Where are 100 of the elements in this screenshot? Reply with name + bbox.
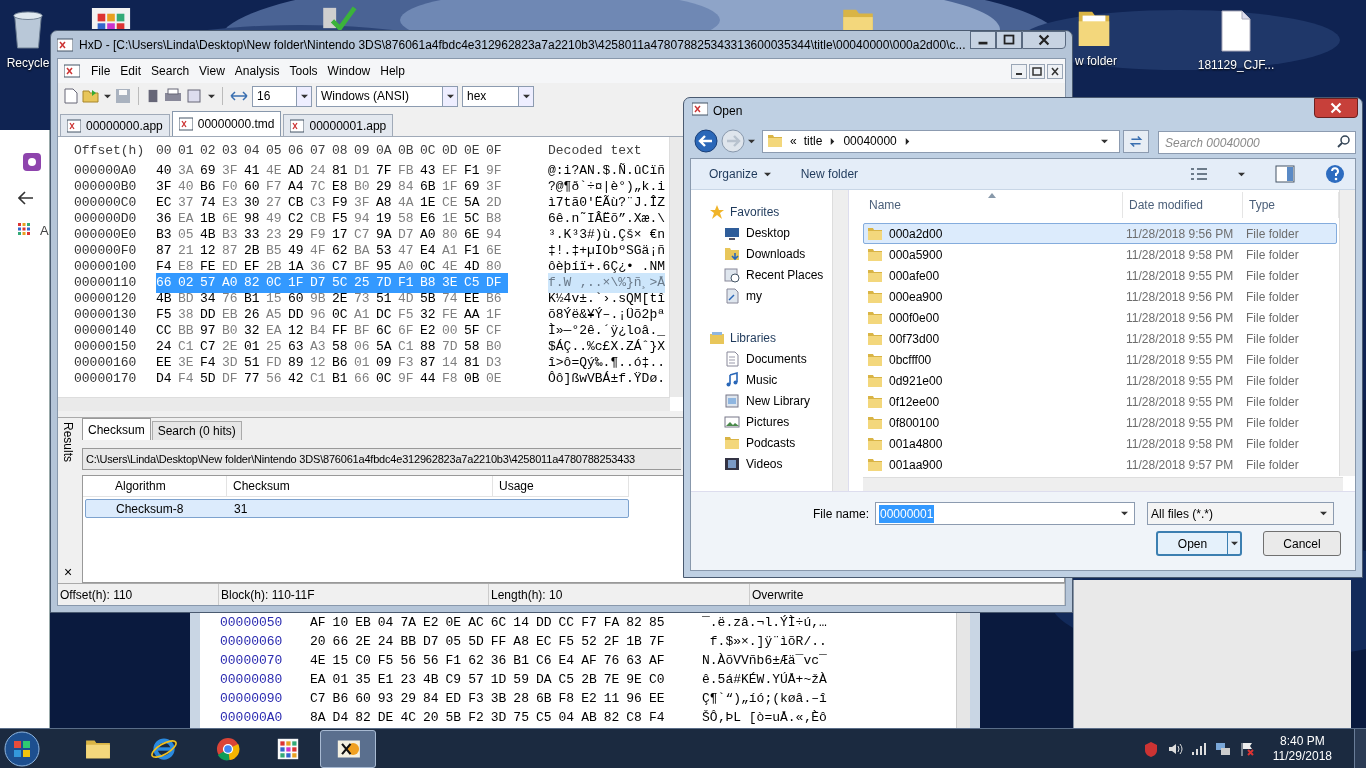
app-icon[interactable] [23, 153, 41, 171]
menu-item[interactable]: Tools [284, 62, 323, 80]
back-arrow-icon[interactable] [18, 191, 34, 205]
menu-item[interactable]: View [194, 62, 230, 80]
clock-time[interactable]: 8:40 PM [1280, 733, 1325, 749]
file-row[interactable]: 001a4800 11/28/2018 9:58 PM File folder [863, 433, 1337, 454]
view-icon[interactable] [1190, 167, 1208, 181]
bytes-per-row-dropdown[interactable]: 16 [252, 85, 312, 107]
column-header[interactable]: Checksum [227, 476, 493, 496]
close-icon[interactable] [1047, 63, 1063, 79]
show-desktop-button[interactable] [1354, 729, 1366, 768]
menu-item[interactable]: Help [375, 62, 410, 80]
chevron-icon[interactable] [903, 137, 911, 145]
new-folder-button[interactable]: New folder [800, 165, 859, 183]
close-button[interactable]: × [63, 565, 73, 579]
icon-label[interactable]: 181129_CJF... [1197, 56, 1275, 74]
menu-item[interactable]: Analysis [229, 62, 285, 80]
file-row[interactable]: 001aa900 11/28/2018 9:57 PM File folder [863, 454, 1337, 475]
caret-icon[interactable] [522, 92, 530, 100]
nav-group[interactable]: Libraries [691, 327, 833, 348]
search-icon[interactable] [1337, 133, 1351, 148]
nav-item[interactable]: Downloads [691, 243, 833, 264]
file-icon[interactable] [1220, 10, 1252, 52]
start-button[interactable] [2, 728, 42, 768]
menu-item[interactable]: Window [322, 62, 376, 80]
tab[interactable]: 00000001.app [283, 114, 394, 136]
column-header[interactable]: Usage [493, 476, 629, 496]
organize-button[interactable]: Organize [709, 165, 771, 183]
flag-icon[interactable] [1238, 740, 1255, 757]
file-row[interactable]: 000afe00 11/28/2018 9:55 PM File folder [863, 265, 1337, 286]
nav-item[interactable]: Recent Places [691, 264, 833, 285]
open-button[interactable]: Open [1156, 531, 1242, 556]
nav-item[interactable]: Music [691, 369, 833, 390]
signal-icon[interactable] [1190, 740, 1207, 757]
minimize-icon[interactable] [1011, 63, 1027, 79]
file-row[interactable]: 00f73d00 11/28/2018 9:55 PM File folder [863, 328, 1337, 349]
file-row[interactable]: 000ea900 11/28/2018 9:56 PM File folder [863, 286, 1337, 307]
close-icon[interactable] [1314, 98, 1358, 118]
caret-icon[interactable] [1238, 170, 1245, 178]
apps-icon[interactable] [18, 223, 30, 235]
file-row[interactable]: 000a5900 11/28/2018 9:58 PM File folder [863, 244, 1337, 265]
caret-icon[interactable] [1230, 540, 1238, 547]
tab[interactable]: Search (0 hits) [151, 421, 242, 440]
caret-icon[interactable] [104, 92, 111, 100]
charset-dropdown[interactable]: Windows (ANSI) [316, 85, 458, 107]
nav-group[interactable]: Favorites [691, 201, 833, 222]
nav-item[interactable]: New Library [691, 390, 833, 411]
menu-item[interactable]: File [86, 62, 116, 80]
new-file-icon[interactable] [64, 88, 78, 104]
nav-item[interactable]: Videos [691, 453, 833, 474]
network-icon[interactable] [1214, 740, 1231, 757]
file-row[interactable]: 0bcfff00 11/28/2018 9:55 PM File folder [863, 349, 1337, 370]
refresh-icon[interactable] [1123, 129, 1149, 153]
column-header[interactable]: Date modified [1123, 192, 1243, 218]
caret-icon[interactable] [208, 92, 215, 100]
file-row[interactable]: 0f800100 11/28/2018 9:55 PM File folder [863, 412, 1337, 433]
icon-label[interactable]: Recycle [6, 54, 50, 72]
close-icon[interactable] [1022, 31, 1066, 49]
cancel-button[interactable]: Cancel [1263, 531, 1341, 556]
app-icon[interactable] [90, 8, 132, 29]
tab[interactable]: Checksum [82, 418, 151, 440]
caret-icon[interactable] [1101, 137, 1108, 145]
link-text[interactable]: A [40, 221, 49, 241]
clock-date[interactable]: 11/29/2018 [1272, 748, 1332, 764]
document-icon[interactable] [146, 88, 160, 104]
caret-icon[interactable] [300, 92, 308, 100]
table-row[interactable]: Checksum-8 31 [85, 499, 629, 518]
printer-icon[interactable] [164, 88, 182, 104]
back-icon[interactable] [694, 129, 718, 153]
tab[interactable]: 00000000.tmd [171, 111, 282, 136]
search-field[interactable]: Search 00040000 [1158, 131, 1356, 154]
caret-icon[interactable] [1121, 510, 1128, 517]
nav-item[interactable]: Podcasts [691, 432, 833, 453]
caret-icon[interactable] [763, 170, 771, 178]
file-row[interactable]: 000f0e00 11/28/2018 9:56 PM File folder [863, 307, 1337, 328]
nav-item[interactable]: Pictures [691, 411, 833, 432]
file-row[interactable]: 0d921e00 11/28/2018 9:55 PM File folder [863, 370, 1337, 391]
preview-pane-icon[interactable] [1275, 165, 1295, 183]
chevron-icon[interactable] [829, 137, 837, 145]
shield-icon[interactable] [1142, 740, 1159, 757]
file-row[interactable]: 000a2d00 11/28/2018 9:56 PM File folder [863, 223, 1337, 244]
column-header[interactable]: Algorithm [83, 476, 227, 496]
caret-icon[interactable] [1320, 510, 1327, 517]
menu-item[interactable]: Edit [115, 62, 147, 80]
nav-item[interactable]: my [691, 285, 833, 306]
file-row[interactable]: 0f12ee00 11/28/2018 9:55 PM File folder [863, 391, 1337, 412]
icon-label[interactable]: w folder [1075, 52, 1118, 70]
caret-icon[interactable] [446, 92, 454, 100]
taskbar-button[interactable] [320, 729, 376, 768]
restore-icon[interactable] [1029, 63, 1045, 79]
nav-item[interactable]: Documents [691, 348, 833, 369]
minimize-icon[interactable] [970, 31, 996, 49]
offset-base-dropdown[interactable]: hex [462, 85, 534, 107]
path-field[interactable]: C:\Users\Linda\Desktop\New folder\Nintendo 3DS\876061a4fbdc4e312962823a7a2210b3\4258011a4780788253433 [82, 448, 681, 470]
maximize-icon[interactable] [996, 31, 1022, 49]
address-bar[interactable]: « title 00040000 [762, 129, 1120, 153]
nav-item[interactable]: Desktop [691, 222, 833, 243]
caret-icon[interactable] [748, 137, 755, 145]
help-icon[interactable] [1325, 164, 1345, 184]
tab[interactable]: 00000000.app [60, 114, 170, 136]
